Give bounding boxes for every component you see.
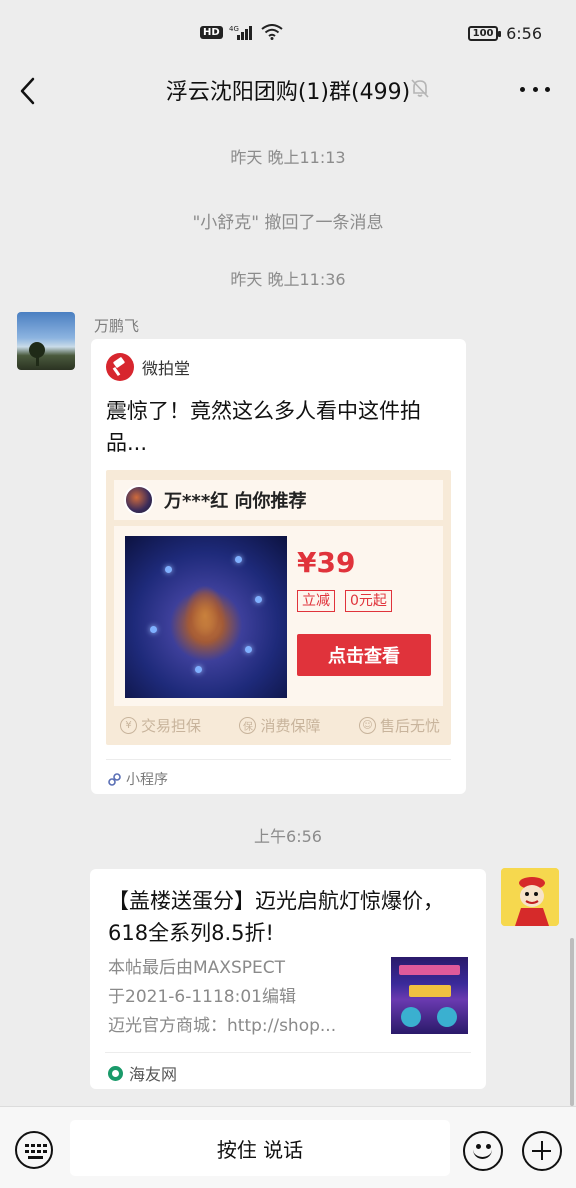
desc-line: 迈光官方商城：http://shop... (108, 1016, 337, 1036)
product-panel: ¥39 立减 0元起 点击查看 (114, 526, 443, 706)
dot (532, 86, 538, 92)
card-divider (105, 1052, 471, 1053)
coral-shape (185, 586, 225, 646)
svg-text:4G: 4G (229, 25, 239, 33)
discount-tag: 立减 (297, 590, 335, 612)
app-name: 微拍堂 (142, 359, 191, 378)
link-card[interactable]: 【盖楼送蛋分】迈光启航灯惊爆价，618全系列8.5折! 本帖最后由MAXSPEC… (90, 869, 486, 1089)
mini-program-icon (108, 772, 121, 786)
guarantee-icon: ☺ (358, 717, 376, 734)
light-dot (255, 596, 262, 603)
key (25, 1150, 29, 1153)
guarantee-item: 保 消费保障 (239, 715, 321, 736)
key (31, 1144, 35, 1147)
plus-icon[interactable] (522, 1131, 562, 1171)
input-bar: 按住 说话 (0, 1106, 576, 1188)
source-label: 海友网 (129, 1065, 178, 1084)
timestamp: 上午6:56 (254, 827, 322, 846)
card-preview: 万***红 向你推荐 ¥39 立减 0元起 点击查看 ¥ 交易担保 保 消费保障… (106, 470, 451, 745)
spacebar (28, 1156, 43, 1159)
mini-program-card[interactable]: 微拍堂 震惊了！竟然这么多人看中这件拍品... 万***红 向你推荐 ¥39 立… (91, 339, 466, 794)
scrollbar[interactable] (570, 938, 574, 1106)
card-footer-label: 小程序 (126, 772, 168, 788)
light-dot (195, 666, 202, 673)
network-indicators: HD 4G (200, 24, 283, 40)
sender-avatar[interactable] (17, 312, 75, 370)
price: ¥39 (297, 546, 356, 579)
card-footer: 小程序 (108, 769, 168, 789)
guarantee-icon: 保 (239, 717, 257, 734)
link-source: 海友网 (108, 1061, 177, 1085)
guarantee-label: 售后无忧 (379, 717, 440, 735)
timestamp: 昨天 晚上11:13 (230, 148, 346, 167)
hd-badge: HD (200, 25, 223, 39)
timestamp: 昨天 晚上11:36 (230, 270, 346, 289)
recommend-row: 万***红 向你推荐 (114, 480, 443, 520)
key (37, 1150, 41, 1153)
link-description: 本帖最后由MAXSPECT 于2021-6-1118:01编辑 迈光官方商城：h… (108, 954, 378, 1041)
app-row: 微拍堂 (106, 353, 190, 381)
thumb-banner (399, 965, 460, 975)
light-dot (150, 626, 157, 633)
my-avatar[interactable] (501, 868, 559, 926)
mouth (473, 1147, 492, 1159)
battery-icon: 100 (468, 26, 502, 41)
cellular-signal-icon: 4G (229, 25, 252, 40)
site-logo-icon (108, 1065, 123, 1081)
key (43, 1150, 47, 1153)
guarantee-label: 消费保障 (260, 717, 321, 735)
keyboard-icon[interactable] (15, 1131, 53, 1169)
chat-title: 浮云沈阳团购(1)群(499) (165, 80, 411, 105)
start-price-tag: 0元起 (345, 590, 392, 612)
battery-time: 100 6:56 (468, 24, 542, 43)
cartoon-character-icon (501, 868, 559, 926)
dot (520, 86, 525, 92)
guarantee-icon: ¥ (120, 717, 137, 734)
trunk-shape (36, 356, 39, 366)
view-button: 点击查看 (297, 634, 431, 676)
more-options-button[interactable] (520, 76, 550, 102)
recommender-avatar (124, 485, 154, 515)
chat-header: 浮云沈阳团购(1)群(499) (0, 66, 576, 112)
thumb-circle (437, 1007, 457, 1027)
key (43, 1144, 47, 1147)
card-divider (106, 759, 451, 760)
price-tags: 立减 0元起 (297, 590, 392, 612)
light-dot (235, 556, 242, 563)
card-title: 震惊了！竟然这么多人看中这件拍品... (106, 399, 421, 455)
guarantee-item: ☺ 售后无忧 (358, 715, 440, 736)
thumb-label (409, 985, 451, 997)
sender-name: 万鹏飞 (94, 317, 140, 335)
key (37, 1144, 41, 1147)
guarantee-item: ¥ 交易担保 (120, 715, 201, 736)
link-thumbnail (391, 957, 468, 1034)
guarantees-row: ¥ 交易担保 保 消费保障 ☺ 售后无忧 (120, 715, 440, 736)
status-bar: HD 4G 100 6:56 (0, 0, 576, 66)
recall-notice: "小舒克" 撤回了一条消息 (192, 213, 384, 233)
hold-to-talk-button[interactable]: 按住 说话 (70, 1120, 450, 1176)
key (31, 1150, 35, 1153)
coral-product-image (125, 536, 287, 698)
auction-hammer-icon (106, 353, 134, 381)
desc-line: 本帖最后由MAXSPECT (108, 958, 285, 978)
thumb-circle (401, 1007, 421, 1027)
desc-line: 于2021-6-1118:01编辑 (108, 987, 296, 1007)
bell-muted-icon (408, 76, 432, 100)
dot (545, 86, 550, 92)
recommender-text: 万***红 向你推荐 (164, 491, 307, 512)
key (25, 1144, 29, 1147)
wifi-icon (261, 24, 283, 40)
light-dot (245, 646, 252, 653)
link-title: 【盖楼送蛋分】迈光启航灯惊爆价，618全系列8.5折! (108, 889, 444, 945)
guarantee-label: 交易担保 (141, 717, 202, 735)
clock: 6:56 (506, 24, 542, 43)
light-dot (165, 566, 172, 573)
emoji-icon[interactable] (463, 1131, 503, 1171)
